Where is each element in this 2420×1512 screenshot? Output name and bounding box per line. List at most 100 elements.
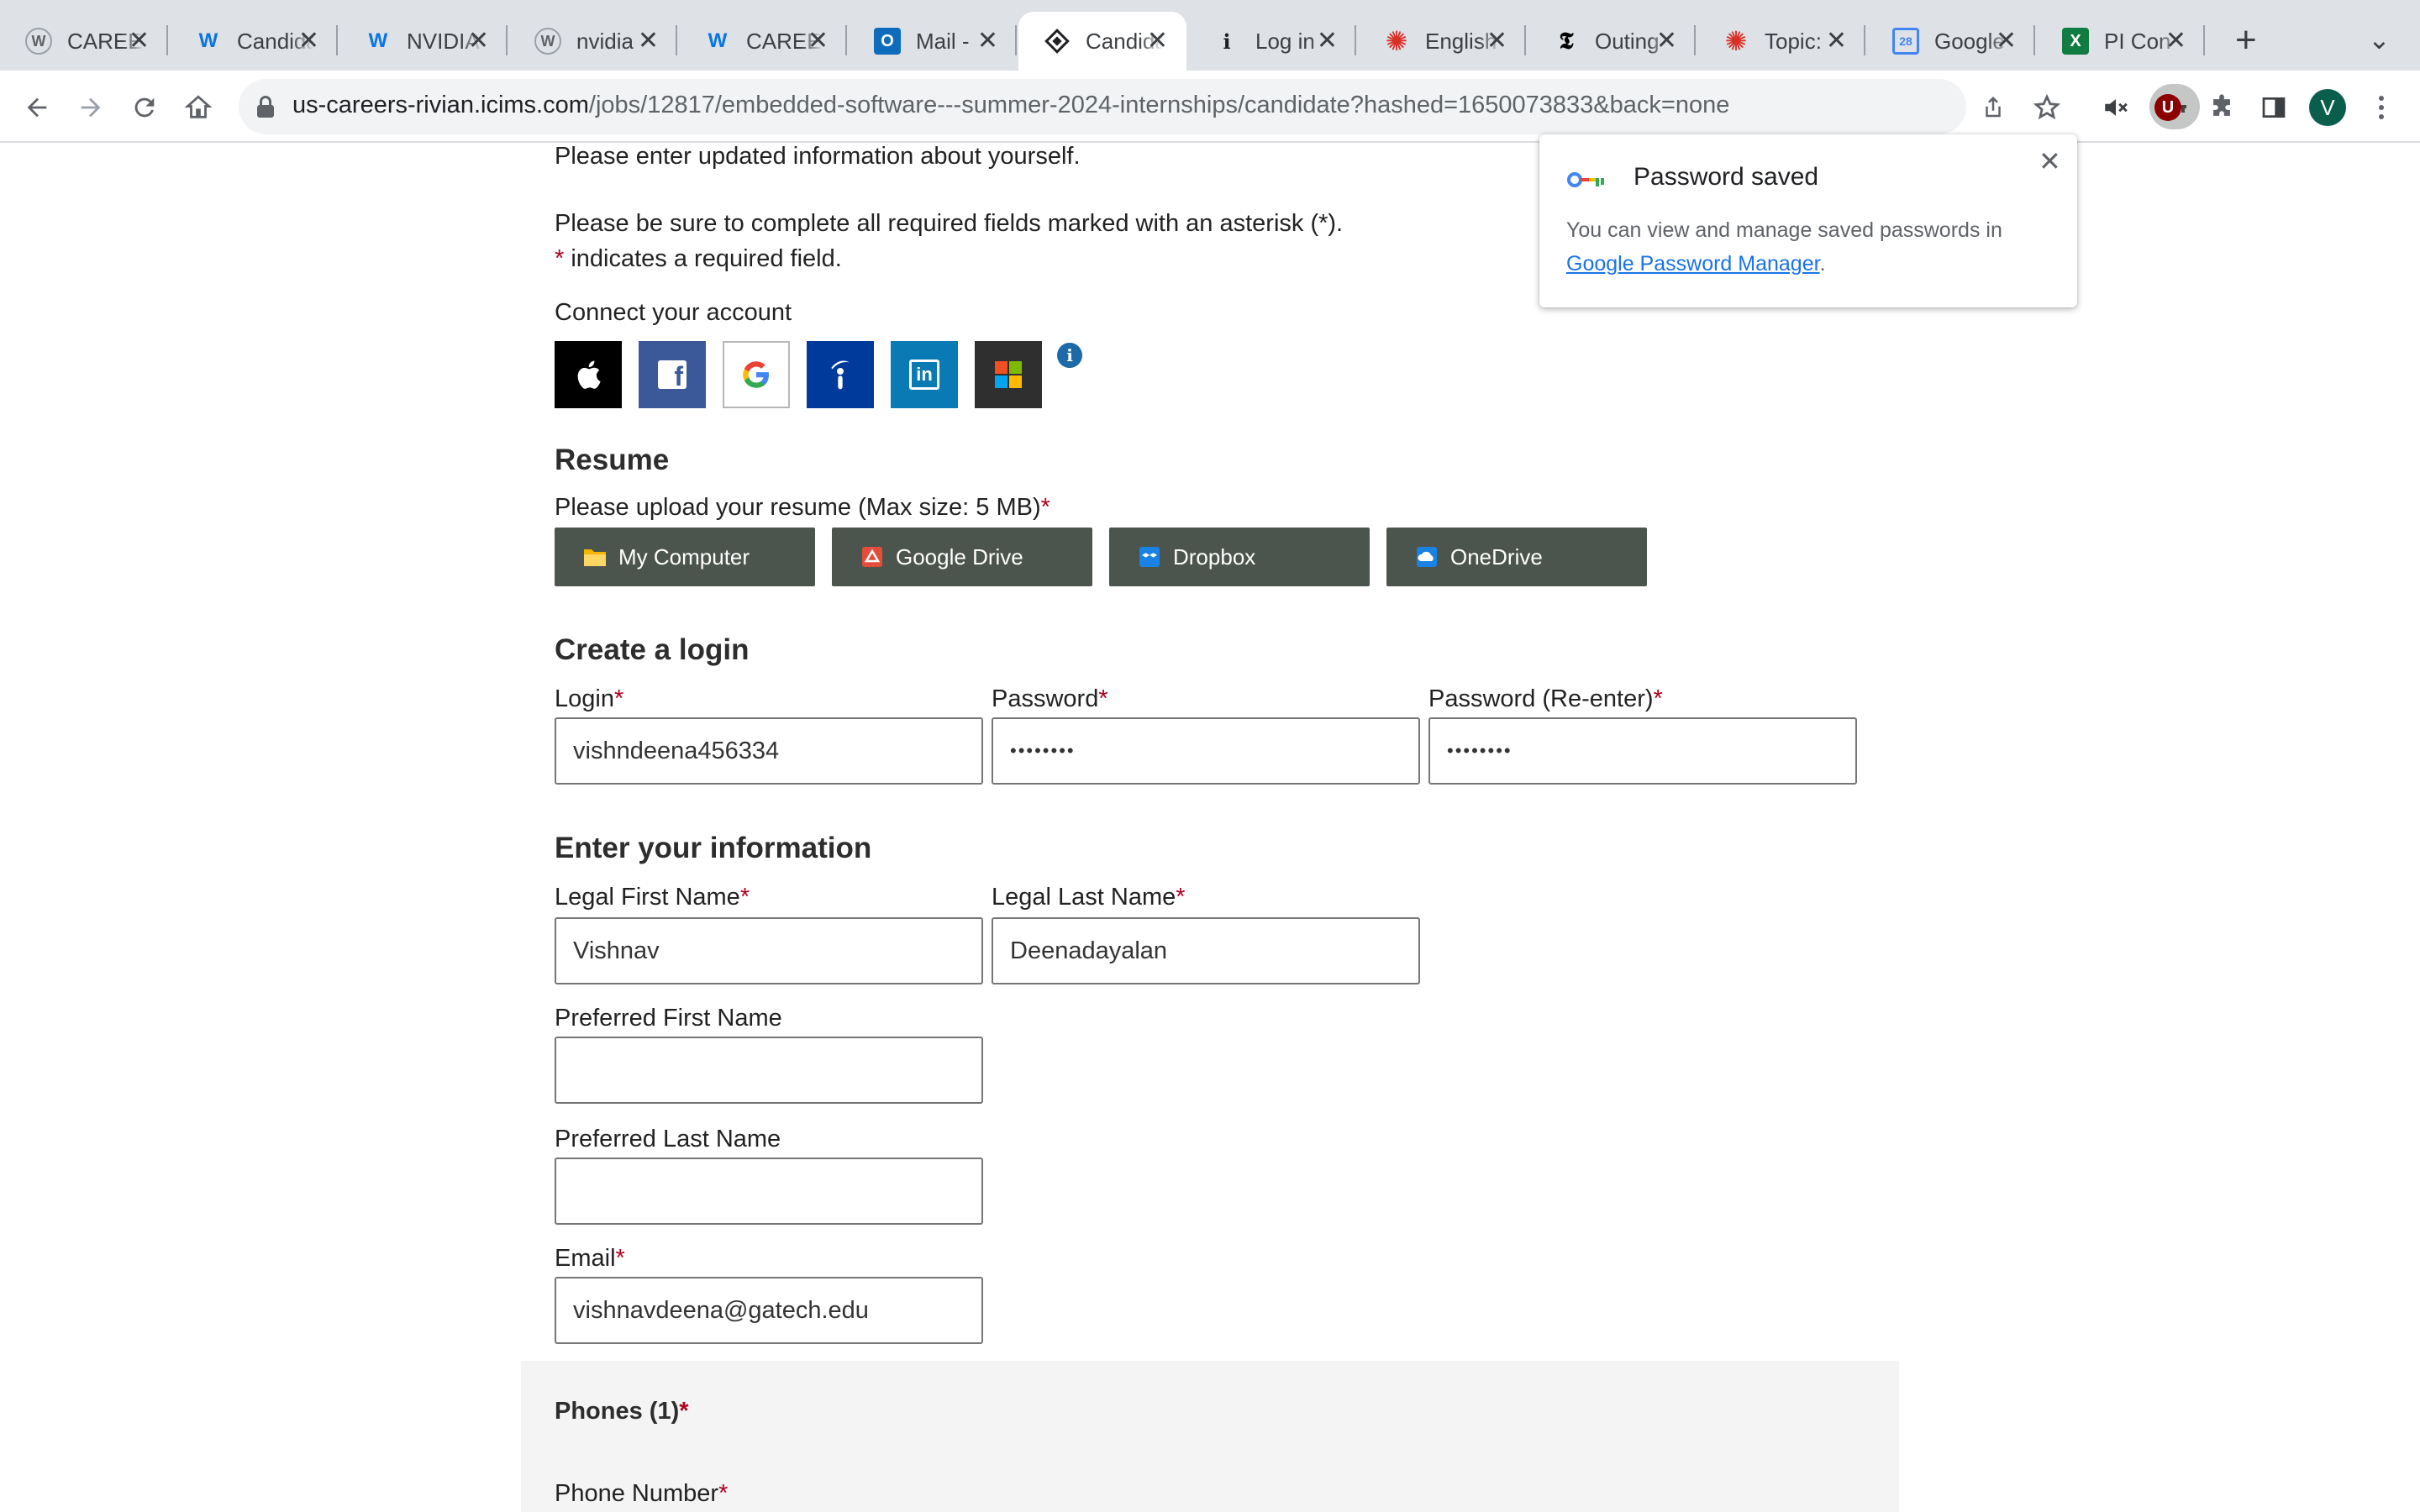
close-tab-icon[interactable]: ✕ (129, 29, 150, 54)
close-tab-icon[interactable]: ✕ (977, 29, 998, 54)
forward-button[interactable] (69, 86, 113, 129)
browser-tab[interactable]: W NVIDIA ✕ (339, 12, 508, 71)
password-label: Password* (992, 685, 1108, 712)
preferred-last-name-label: Preferred Last Name (555, 1126, 781, 1152)
info-icon: i (1223, 29, 1231, 54)
side-panel-icon[interactable] (2255, 89, 2292, 126)
close-tab-icon[interactable]: ✕ (2165, 29, 2186, 54)
back-button[interactable] (15, 86, 59, 129)
browser-tab[interactable]: W nvidia ✕ (509, 12, 677, 71)
login-input[interactable]: vishndeena456334 (555, 717, 983, 785)
nyt-icon: 𝕿 (1559, 27, 1574, 55)
browser-tab[interactable]: W CAREERS ✕ (0, 12, 168, 71)
browser-tab[interactable]: ✺ English ✕ (1358, 12, 1526, 71)
password-reenter-input[interactable]: •••••••• (1428, 717, 1857, 785)
password-input[interactable]: •••••••• (992, 717, 1420, 785)
calendar-icon: 28 (1892, 28, 1919, 55)
muted-speaker-icon[interactable] (2097, 89, 2134, 126)
w-circle-icon: W (534, 28, 561, 55)
close-tab-icon[interactable]: ✕ (808, 29, 829, 54)
phones-section: Phones (1)* Phone Number* (521, 1361, 1899, 1512)
preferred-first-name-input[interactable] (555, 1037, 983, 1104)
extensions-puzzle-icon[interactable] (2203, 89, 2240, 126)
facebook-icon: f (658, 360, 687, 390)
extension-badge-icon[interactable]: U (2149, 89, 2186, 126)
password-reenter-label: Password (Re-enter)* (1428, 685, 1663, 712)
apple-signin-button[interactable] (555, 341, 622, 408)
password-manager-link[interactable]: Google Password Manager (1566, 252, 1820, 276)
browser-tab[interactable]: i Log in ✕ (1188, 12, 1356, 71)
kebab-menu-icon[interactable] (2363, 89, 2400, 126)
close-tab-icon[interactable]: ✕ (1656, 29, 1677, 54)
workday-icon: W (368, 29, 388, 52)
required-note: Please be sure to complete all required … (555, 210, 1344, 237)
reload-button[interactable] (123, 86, 166, 129)
facebook-signin-button[interactable]: f (639, 341, 706, 408)
share-icon[interactable] (1975, 89, 2012, 126)
upload-my-computer-button[interactable]: My Computer (555, 528, 815, 586)
microsoft-signin-button[interactable] (975, 341, 1042, 408)
required-legend: * indicates a required field. (555, 245, 842, 272)
close-tab-icon[interactable]: ✕ (1317, 29, 1338, 54)
close-tab-icon[interactable]: ✕ (298, 29, 319, 54)
close-tab-icon[interactable]: ✕ (1826, 29, 1847, 54)
password-saved-popup: Password saved ✕ You can view and manage… (1539, 134, 2077, 307)
onedrive-icon (1417, 547, 1437, 567)
legal-first-name-label: Legal First Name* (555, 884, 750, 911)
intro-text: Please enter updated information about y… (555, 143, 1081, 170)
indeed-signin-button[interactable] (807, 341, 874, 408)
browser-tab[interactable]: 28 Google ✕ (1867, 12, 2035, 71)
email-input[interactable]: vishnavdeena@gatech.edu (555, 1277, 983, 1344)
login-label: Login* (555, 685, 624, 712)
apple-icon (577, 360, 601, 389)
close-icon[interactable]: ✕ (2039, 146, 2061, 176)
lock-icon[interactable] (257, 96, 274, 118)
dropbox-icon (1139, 547, 1160, 567)
close-tab-icon[interactable]: ✕ (1486, 29, 1507, 54)
home-button[interactable] (176, 86, 220, 129)
close-tab-icon[interactable]: ✕ (1147, 29, 1168, 54)
close-tab-icon[interactable]: ✕ (468, 29, 489, 54)
popup-link-line: Google Password Manager. (1566, 252, 1826, 276)
linkedin-signin-button[interactable]: in (891, 341, 958, 408)
preferred-last-name-input[interactable] (555, 1158, 983, 1225)
workday-icon: W (708, 29, 728, 52)
legal-first-name-input[interactable]: Vishnav (555, 917, 983, 984)
google-password-key-icon (1567, 172, 1604, 187)
address-bar[interactable]: us-careers-rivian.icims.com/jobs/12817/e… (239, 79, 2200, 134)
browser-tab[interactable]: X PI Con ✕ (2037, 12, 2205, 71)
browser-tab[interactable]: 𝕿 Outing ✕ (1528, 12, 1696, 71)
upload-onedrive-button[interactable]: OneDrive (1386, 528, 1647, 586)
browser-tab-active[interactable]: Candidate ✕ (1018, 12, 1186, 71)
browser-tab[interactable]: O Mail - ✕ (849, 12, 1017, 71)
preferred-first-name-label: Preferred First Name (555, 1005, 782, 1032)
upload-google-drive-button[interactable]: Google Drive (832, 528, 1092, 586)
create-login-heading: Create a login (555, 633, 750, 666)
gear-red-icon: ✺ (1724, 26, 1748, 56)
w-circle-icon: W (25, 28, 52, 55)
enter-information-heading: Enter your information (555, 832, 872, 864)
close-tab-icon[interactable]: ✕ (638, 29, 659, 54)
email-label: Email* (555, 1245, 625, 1272)
home-icon (184, 95, 213, 118)
browser-tab[interactable]: ✺ Topic: ✕ (1697, 12, 1865, 71)
browser-tab[interactable]: W CAREERS ✕ (679, 12, 847, 71)
url-text[interactable]: us-careers-rivian.icims.com/jobs/12817/e… (292, 92, 1729, 119)
close-tab-icon[interactable]: ✕ (1996, 29, 2017, 54)
browser-toolbar: us-careers-rivian.icims.com/jobs/12817/e… (0, 71, 2420, 143)
tab-search-chevron-icon[interactable]: ⌄ (2368, 24, 2391, 55)
bookmark-star-icon[interactable] (2028, 89, 2065, 126)
google-signin-button[interactable] (723, 341, 790, 408)
info-icon[interactable]: i (1057, 343, 1082, 368)
reload-icon (134, 97, 155, 118)
popup-body: You can view and manage saved passwords … (1566, 218, 2002, 242)
upload-dropbox-button[interactable]: Dropbox (1109, 528, 1370, 586)
indeed-icon (831, 360, 850, 390)
legal-last-name-input[interactable]: Deenadayalan (992, 917, 1420, 984)
browser-tab[interactable]: W Candidate ✕ (170, 12, 338, 71)
folder-icon (584, 549, 606, 566)
connect-account-label: Connect your account (555, 299, 792, 326)
new-tab-button[interactable]: + (2235, 22, 2257, 59)
profile-avatar[interactable]: V (2309, 89, 2346, 126)
resume-prompt: Please upload your resume (Max size: 5 M… (555, 494, 1050, 521)
